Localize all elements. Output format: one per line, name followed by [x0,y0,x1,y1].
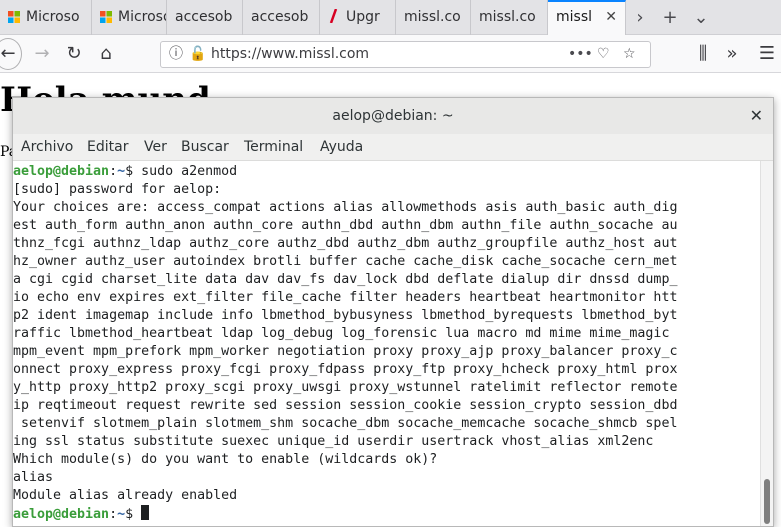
prompt-path: ~ [117,507,126,522]
tab-label: missl.co [479,9,536,25]
tab-label: accesob [251,9,309,25]
prompt-separator: : [109,164,118,179]
upgrade-favicon-icon [328,2,340,24]
browser-tab-8-active[interactable]: missl ✕ [548,0,626,35]
menu-ayuda[interactable]: Ayuda [320,134,363,160]
menu-buscar[interactable]: Buscar [181,134,229,160]
output-line: y_http proxy_http2 proxy_scgi proxy_uwsg… [13,380,678,395]
prompt-symbol: $ [125,507,142,522]
reload-icon[interactable]: ↻ [59,35,89,73]
info-icon[interactable]: ⓘ [169,42,183,67]
forward-arrow-icon[interactable]: → [27,35,57,73]
menu-archivo[interactable]: Archivo [21,134,73,160]
new-tab-icon[interactable]: + [655,0,685,35]
output-line: Your choices are: access_compat actions … [13,200,678,215]
page-actions-icon[interactable]: ••• [568,42,593,67]
prompt-separator: : [109,507,118,522]
browser-tab-7[interactable]: missl.co [471,0,548,35]
bookmark-star-icon[interactable]: ☆ [623,42,636,67]
output-line: est auth_form authn_anon authn_core auth… [13,218,678,233]
prompt-path: ~ [117,164,126,179]
output-line: p2 ident imagemap include info lbmethod_… [13,308,678,323]
terminal-window: aelop@debian: ~ ✕ Archivo Editar Ver Bus… [12,97,774,527]
tab-label: missl.co [404,9,461,25]
menu-editar[interactable]: Editar [87,134,128,160]
output-line: [sudo] password for aelop: [13,182,222,197]
output-line: thnz_fcgi authnz_ldap authz_core authz_d… [13,236,678,251]
back-arrow-icon[interactable]: ← [0,38,22,70]
output-line: Module alias already enabled [13,488,238,503]
output-line: Which module(s) do you want to enable (w… [13,452,438,467]
browser-tab-1[interactable]: Microso [0,0,92,35]
output-line: io echo env expires ext_filter file_cach… [13,290,678,305]
close-window-icon[interactable]: ✕ [750,98,763,134]
close-tab-icon[interactable]: ✕ [605,2,617,33]
insecure-lock-icon[interactable]: 🔓 [189,42,206,67]
terminal-title: aelop@debian: ~ [332,108,454,124]
output-line: alias [13,470,54,485]
hamburger-menu-icon[interactable]: ☰ [752,35,781,73]
url-text: https://www.missl.com [211,46,370,62]
overflow-chevrons-icon[interactable]: » [717,35,747,73]
prompt-user: aelop@debian [13,164,110,179]
output-line: hz_owner authz_user autoindex brotli buf… [13,254,678,269]
output-line: raffic lbmethod_heartbeat ldap log_debug… [13,326,670,341]
command-text: sudo a2enmod [141,164,238,179]
output-line: ip reqtimeout request rewrite sed sessio… [13,398,678,413]
tab-label: Microso [26,9,80,25]
tab-label: accesob [175,9,233,25]
output-line: setenvif slotmem_plain slotmem_shm socac… [13,416,678,431]
url-bar[interactable]: ⓘ 🔓 https://www.missl.com ••• ♡ ☆ [160,41,651,68]
microsoft-icon [100,2,112,23]
tab-label: Upgr [346,9,380,25]
browser-tab-6[interactable]: missl.co [396,0,471,35]
scrollbar-thumb[interactable] [764,479,770,524]
tab-label: missl [556,9,593,25]
text-cursor [141,505,150,520]
home-icon[interactable]: ⌂ [91,35,121,73]
terminal-output[interactable]: aelop@debian:~$ sudo a2enmod [sudo] pass… [13,161,761,526]
menu-terminal[interactable]: Terminal [244,134,303,160]
browser-tab-4[interactable]: accesob [243,0,320,35]
browser-tab-2[interactable]: Microso [92,0,167,35]
terminal-titlebar[interactable]: aelop@debian: ~ ✕ [13,98,773,135]
scroll-tabs-right-icon[interactable]: › [625,0,655,35]
browser-tab-5[interactable]: Upgr [320,0,396,35]
microsoft-icon [8,2,20,23]
tab-label: Microso [118,9,167,25]
tab-list-chevron-down-icon[interactable]: ⌄ [686,0,716,35]
output-line: ing ssl status substitute suexec unique_… [13,434,654,449]
library-icon[interactable]: ⫼ [688,35,718,73]
prompt-user: aelop@debian [13,507,110,522]
menu-ver[interactable]: Ver [144,134,167,160]
prompt-symbol: $ [125,164,142,179]
terminal-menubar: Archivo Editar Ver Buscar Terminal Ayuda [13,134,773,161]
output-line: onnect proxy_express proxy_fcgi proxy_fd… [13,362,678,377]
output-line: a cgi cgid charset_lite data dav dav_fs … [13,272,678,287]
pocket-icon[interactable]: ♡ [597,42,610,67]
terminal-scrollbar[interactable] [760,161,773,526]
browser-tab-3[interactable]: accesob [167,0,243,35]
browser-nav-bar: ← → ↻ ⌂ ⓘ 🔓 https://www.missl.com ••• ♡ … [0,35,781,73]
browser-tab-strip: Microso Microso accesob accesob Upgr mis… [0,0,781,35]
output-line: mpm_event mpm_prefork mpm_worker negotia… [13,344,678,359]
